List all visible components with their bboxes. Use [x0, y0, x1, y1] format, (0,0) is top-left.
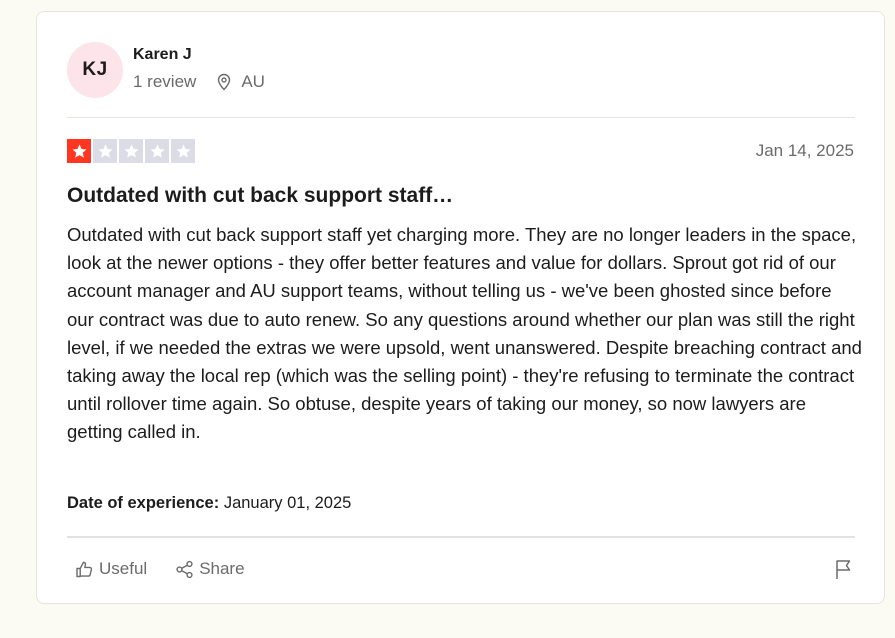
footer-divider — [67, 536, 855, 538]
review-card: KJ Karen J 1 review AU Jan 14, 2025 Outd… — [36, 11, 885, 604]
review-title[interactable]: Outdated with cut back support staff… — [67, 184, 453, 208]
review-actions: Useful Share — [75, 559, 273, 579]
consumer-meta: 1 review AU — [133, 72, 265, 92]
location-label: AU — [241, 71, 265, 91]
thumbs-up-icon — [76, 561, 93, 577]
date-of-experience: Date of experience: January 01, 2025 — [67, 494, 351, 513]
star-empty-icon — [119, 139, 143, 163]
useful-label: Useful — [99, 559, 148, 578]
review-count: 1 review — [133, 71, 197, 91]
flag-icon — [836, 560, 851, 579]
review-date: Jan 14, 2025 — [755, 141, 854, 160]
review-body: Outdated with cut back support staff yet… — [67, 224, 862, 443]
avatar[interactable]: KJ — [67, 42, 123, 98]
consumer-header: KJ Karen J 1 review AU — [67, 42, 265, 98]
star-empty-icon — [145, 139, 169, 163]
share-icon — [176, 560, 193, 578]
star-filled-icon — [67, 139, 91, 163]
star-empty-icon — [171, 139, 195, 163]
star-empty-icon — [93, 139, 117, 163]
star-rating — [67, 139, 197, 163]
consumer-info: Karen J 1 review AU — [133, 46, 265, 92]
header-divider — [67, 117, 855, 118]
report-flag-button[interactable] — [834, 558, 854, 580]
useful-button[interactable]: Useful — [75, 559, 147, 579]
experience-label: Date of experience: — [67, 494, 220, 512]
avatar-initials: KJ — [82, 59, 108, 80]
share-label: Share — [199, 559, 245, 578]
share-button[interactable]: Share — [175, 559, 245, 579]
consumer-name[interactable]: Karen J — [133, 45, 265, 65]
consumer-location: AU — [215, 72, 265, 92]
experience-date: January 01, 2025 — [223, 494, 352, 512]
location-pin-icon — [215, 73, 233, 91]
